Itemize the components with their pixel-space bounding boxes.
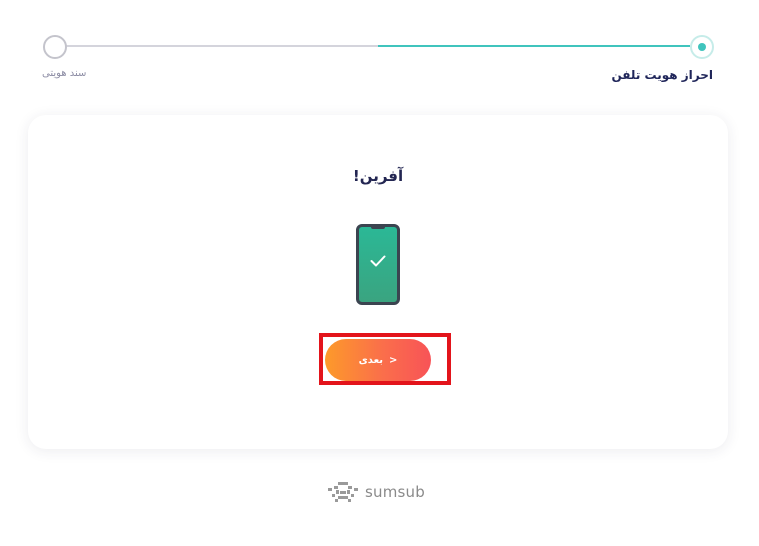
chevron-right-icon: > xyxy=(388,354,398,366)
verification-card: آفرین! بعدی > xyxy=(28,115,728,449)
stepper-track-pending xyxy=(66,45,378,47)
phone-notch xyxy=(371,226,385,229)
sumsub-logo-icon xyxy=(328,482,358,502)
phone-verified-icon xyxy=(356,224,400,305)
checkmark-icon xyxy=(370,255,386,267)
sumsub-brand-text: sumsub xyxy=(365,483,425,501)
stepper-track-complete xyxy=(378,45,690,47)
powered-by-footer: sumsub xyxy=(327,478,425,506)
step-label-phone-verification: احراز هویت تلفن xyxy=(611,68,714,82)
success-title: آفرین! xyxy=(352,167,404,185)
step-indicator-phone-verification xyxy=(690,35,714,59)
progress-stepper: سند هویتی احراز هویت تلفن xyxy=(0,0,759,100)
active-step-dot xyxy=(698,43,706,51)
step-label-id-document: سند هویتی xyxy=(42,68,87,79)
next-button[interactable]: بعدی > xyxy=(325,339,431,381)
next-button-label: بعدی xyxy=(358,354,383,366)
step-indicator-id-document xyxy=(43,35,67,59)
